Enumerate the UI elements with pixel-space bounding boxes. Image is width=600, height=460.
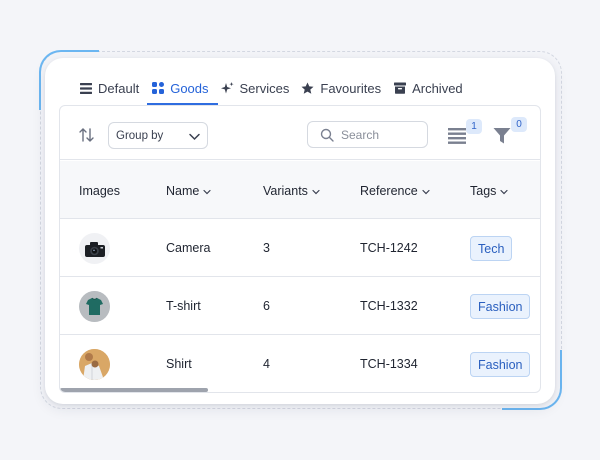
reference-code: TCH-1334 xyxy=(360,357,418,371)
search-input[interactable]: Search xyxy=(307,121,428,148)
chevron-down-icon xyxy=(421,186,431,196)
chevron-down-icon xyxy=(202,186,212,196)
product-name: Shirt xyxy=(166,357,192,371)
columns-count-badge: 1 xyxy=(466,119,482,134)
column-header-reference[interactable]: Reference xyxy=(360,184,431,198)
tab-default[interactable]: Default xyxy=(79,72,148,104)
chevron-down-icon xyxy=(311,186,321,196)
column-header-images: Images xyxy=(79,184,120,198)
reference-code: TCH-1242 xyxy=(360,241,418,255)
filter-count-badge: 0 xyxy=(511,117,527,132)
tab-label: Default xyxy=(98,80,140,96)
table-header: Images Name Variants Reference Tags xyxy=(60,161,540,219)
product-name: Camera xyxy=(166,241,211,255)
list-icon xyxy=(79,82,92,95)
grid-icon xyxy=(151,82,164,95)
column-header-label: Tags xyxy=(470,184,497,198)
table-toolbar: Group by Search 1 0 xyxy=(60,106,540,160)
tab-goods[interactable]: Goods xyxy=(147,72,218,105)
products-card: Default Goods Services Favourites Archiv… xyxy=(45,58,555,404)
tag-badge: Fashion xyxy=(470,352,531,377)
sort-icon[interactable] xyxy=(78,126,96,144)
search-icon xyxy=(320,128,334,142)
variants-count: 6 xyxy=(263,299,270,313)
column-header-variants[interactable]: Variants xyxy=(263,184,321,198)
sparkle-icon xyxy=(220,81,234,95)
table-panel: Group by Search 1 0 Images Name Variants… xyxy=(59,105,541,393)
column-header-label: Images xyxy=(79,184,120,198)
table-row[interactable]: T-shirt 6 TCH-1332 Fashion xyxy=(60,277,540,335)
chevron-down-icon xyxy=(499,186,509,196)
group-by-select[interactable]: Group by xyxy=(108,122,208,149)
column-header-label: Reference xyxy=(360,184,418,198)
variants-count: 4 xyxy=(263,357,270,371)
tab-label: Archived xyxy=(412,80,463,96)
horizontal-scrollbar[interactable] xyxy=(60,388,208,392)
tab-services[interactable]: Services xyxy=(220,72,299,104)
tab-label: Goods xyxy=(170,80,209,96)
table-row[interactable]: Shirt 4 TCH-1334 Fashion xyxy=(60,335,540,392)
variants-count: 3 xyxy=(263,241,270,255)
product-name: T-shirt xyxy=(166,299,201,313)
camera-thumbnail xyxy=(79,233,110,264)
columns-icon[interactable] xyxy=(448,128,466,144)
star-icon xyxy=(301,82,314,95)
chevron-down-icon xyxy=(188,130,201,143)
column-header-tags[interactable]: Tags xyxy=(470,184,509,198)
archive-icon xyxy=(393,82,406,95)
view-tabs: Default Goods Services Favourites Archiv… xyxy=(79,72,475,106)
tab-favourites[interactable]: Favourites xyxy=(301,72,390,104)
filter-icon[interactable] xyxy=(493,127,511,145)
tab-archived[interactable]: Archived xyxy=(393,72,472,104)
table-row[interactable]: Camera 3 TCH-1242 Tech xyxy=(60,219,540,277)
shirt-thumbnail xyxy=(79,349,110,380)
column-header-name[interactable]: Name xyxy=(166,184,212,198)
tag-badge: Fashion xyxy=(470,294,531,319)
tag-badge: Tech xyxy=(470,236,513,261)
tab-label: Favourites xyxy=(320,80,382,96)
column-header-label: Name xyxy=(166,184,200,198)
column-header-label: Variants xyxy=(263,184,308,198)
tshirt-thumbnail xyxy=(79,291,110,322)
group-by-label: Group by xyxy=(116,129,164,142)
tab-label: Services xyxy=(239,80,290,96)
reference-code: TCH-1332 xyxy=(360,299,418,313)
search-placeholder: Search xyxy=(341,127,380,142)
